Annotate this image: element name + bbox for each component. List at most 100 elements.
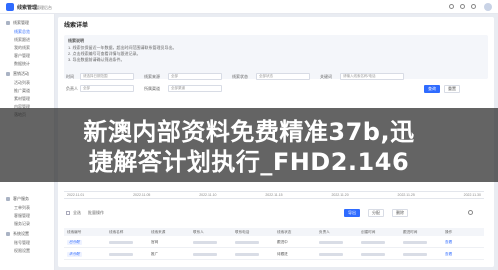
redacted-text: [109, 252, 133, 256]
sidebar-item[interactable]: 工单列表: [14, 205, 30, 211]
overlay-banner-text: 新澳内部资料免费精准37b,迅 捷解答计划执行_FHD2.146: [0, 117, 498, 177]
filter-label: 线索来源: [144, 74, 160, 79]
sidebar-section-leads[interactable]: 线索管理: [6, 20, 29, 26]
redacted-text: [319, 252, 343, 256]
date-tick: 2022.11.01: [67, 193, 85, 197]
menu-icon: [6, 21, 10, 25]
view-link[interactable]: 查看: [442, 252, 484, 257]
select-all-checkbox[interactable]: [66, 211, 70, 215]
filter-label: 关键词: [320, 74, 332, 79]
banner-line-1: 新澳内部资料免费精准37b,迅: [83, 118, 415, 146]
menu-icon: [6, 232, 10, 236]
top-icons: [449, 4, 476, 9]
column-header[interactable]: 操作: [442, 230, 484, 235]
tip-heading: 线索说明: [68, 38, 84, 43]
sidebar-item[interactable]: 服务记录: [14, 221, 30, 227]
date-tick: 2022.11.15: [265, 193, 283, 197]
sidebar-item[interactable]: 数据统计: [14, 61, 30, 67]
settings-icon[interactable]: [471, 4, 476, 9]
sidebar-section-service[interactable]: 客户服务: [6, 196, 29, 202]
assign-button[interactable]: 分配: [368, 209, 384, 217]
page-title: 线索详单: [64, 23, 89, 29]
batch-label: 批量操作: [88, 210, 104, 215]
redacted-text: [193, 240, 217, 244]
sidebar-item[interactable]: 权限设置: [14, 248, 30, 254]
top-bar: 线索管理 管理后台: [0, 0, 498, 14]
table-row[interactable]: 未分配 推广 待跟进 查看: [64, 250, 484, 260]
settings-icon[interactable]: [468, 210, 473, 215]
cell-source: 推广: [151, 252, 159, 256]
redacted-text: [361, 252, 385, 256]
menu-icon: [6, 197, 10, 201]
column-header[interactable]: 负责人: [316, 230, 358, 235]
menu-icon: [6, 72, 10, 76]
redacted-text: [403, 252, 427, 256]
date-tick: 2022.11.30: [463, 193, 481, 197]
redacted-text: [235, 240, 259, 244]
redacted-text: [193, 252, 217, 256]
brand-subtitle: 管理后台: [36, 4, 52, 10]
logo-icon: [6, 3, 14, 11]
channel-select[interactable]: 全部渠道: [168, 85, 222, 92]
export-button[interactable]: 导出: [344, 209, 360, 217]
column-header[interactable]: 跟进时间: [400, 230, 442, 235]
filter-label: 负责人: [66, 86, 78, 91]
column-header[interactable]: 联系人: [190, 230, 232, 235]
filter-label: 时间: [66, 74, 74, 79]
filter-label: 线索状态: [232, 74, 248, 79]
bell-icon[interactable]: [449, 4, 454, 9]
sidebar-item[interactable]: 线索跟进: [14, 37, 30, 43]
column-header[interactable]: 线索状态: [274, 230, 316, 235]
sidebar-item[interactable]: 推广渠道: [14, 88, 30, 94]
sidebar-section-settings[interactable]: 系统设置: [6, 231, 29, 237]
sidebar-item[interactable]: 素材管理: [14, 96, 30, 102]
tip-line: 3. 导出数据前请确认筛选条件。: [68, 57, 125, 62]
action-bar: 全选 批量操作 导出 分配 删除: [64, 208, 484, 218]
delete-button[interactable]: 删除: [392, 209, 408, 217]
column-header[interactable]: 创建时间: [358, 230, 400, 235]
reset-button[interactable]: 重置: [444, 85, 460, 93]
help-icon[interactable]: [460, 4, 465, 9]
table-row[interactable]: 已分配 官网 跟进中 查看: [64, 238, 484, 248]
sidebar-item[interactable]: 客服管理: [14, 213, 30, 219]
redacted-text: [109, 240, 133, 244]
sidebar-item[interactable]: 线索总览: [14, 29, 30, 35]
status-badge: 未分配: [67, 252, 82, 257]
status-select[interactable]: 全部状态: [256, 73, 310, 80]
source-select[interactable]: 全部: [168, 73, 222, 80]
sidebar-item[interactable]: 活动列表: [14, 80, 30, 86]
filter-label: 所属渠道: [144, 86, 160, 91]
date-axis: 2022.11.01 2022.11.05 2022.11.10 2022.11…: [64, 191, 484, 199]
date-tick: 2022.11.05: [133, 193, 151, 197]
sidebar-item[interactable]: 我的线索: [14, 45, 30, 51]
cell-source: 官网: [151, 240, 159, 244]
filter-area: 时间 请选择日期范围 线索来源 全部 线索状态 全部状态 关键词 请输入线索名称…: [64, 73, 488, 97]
sidebar-item[interactable]: 账号管理: [14, 240, 30, 246]
column-header[interactable]: 线索名称: [106, 230, 148, 235]
banner-line-2: 捷解答计划执行_FHD2.146: [88, 148, 410, 176]
column-header[interactable]: 线索来源: [148, 230, 190, 235]
date-range-input[interactable]: 请选择日期范围: [80, 73, 134, 80]
avatar[interactable]: [484, 3, 492, 11]
redacted-text: [361, 240, 385, 244]
brand-name: 线索管理: [17, 5, 38, 11]
view-link[interactable]: 查看: [442, 240, 484, 245]
redacted-text: [403, 240, 427, 244]
redacted-text: [319, 240, 343, 244]
keyword-input[interactable]: 请输入线索名称/电话: [340, 73, 404, 80]
cell-status: 跟进中: [277, 240, 288, 244]
cell-status: 待跟进: [277, 252, 288, 256]
table-header: 线索编号 线索名称 线索来源 联系人 联系电话 线索状态 负责人 创建时间 跟进…: [64, 228, 484, 236]
date-tick: 2022.11.10: [199, 193, 217, 197]
search-button[interactable]: 查询: [424, 85, 440, 93]
column-header[interactable]: 线索编号: [64, 230, 106, 235]
select-all-label: 全选: [73, 210, 81, 215]
date-tick: 2022.11.20: [331, 193, 349, 197]
owner-select[interactable]: 全部: [80, 85, 134, 92]
redacted-text: [235, 252, 259, 256]
date-tick: 2022.11.25: [397, 193, 415, 197]
column-header[interactable]: 联系电话: [232, 230, 274, 235]
sidebar-item[interactable]: 客户管理: [14, 53, 30, 59]
sidebar-section-marketing[interactable]: 营销活动: [6, 71, 29, 77]
status-badge: 已分配: [67, 240, 82, 245]
